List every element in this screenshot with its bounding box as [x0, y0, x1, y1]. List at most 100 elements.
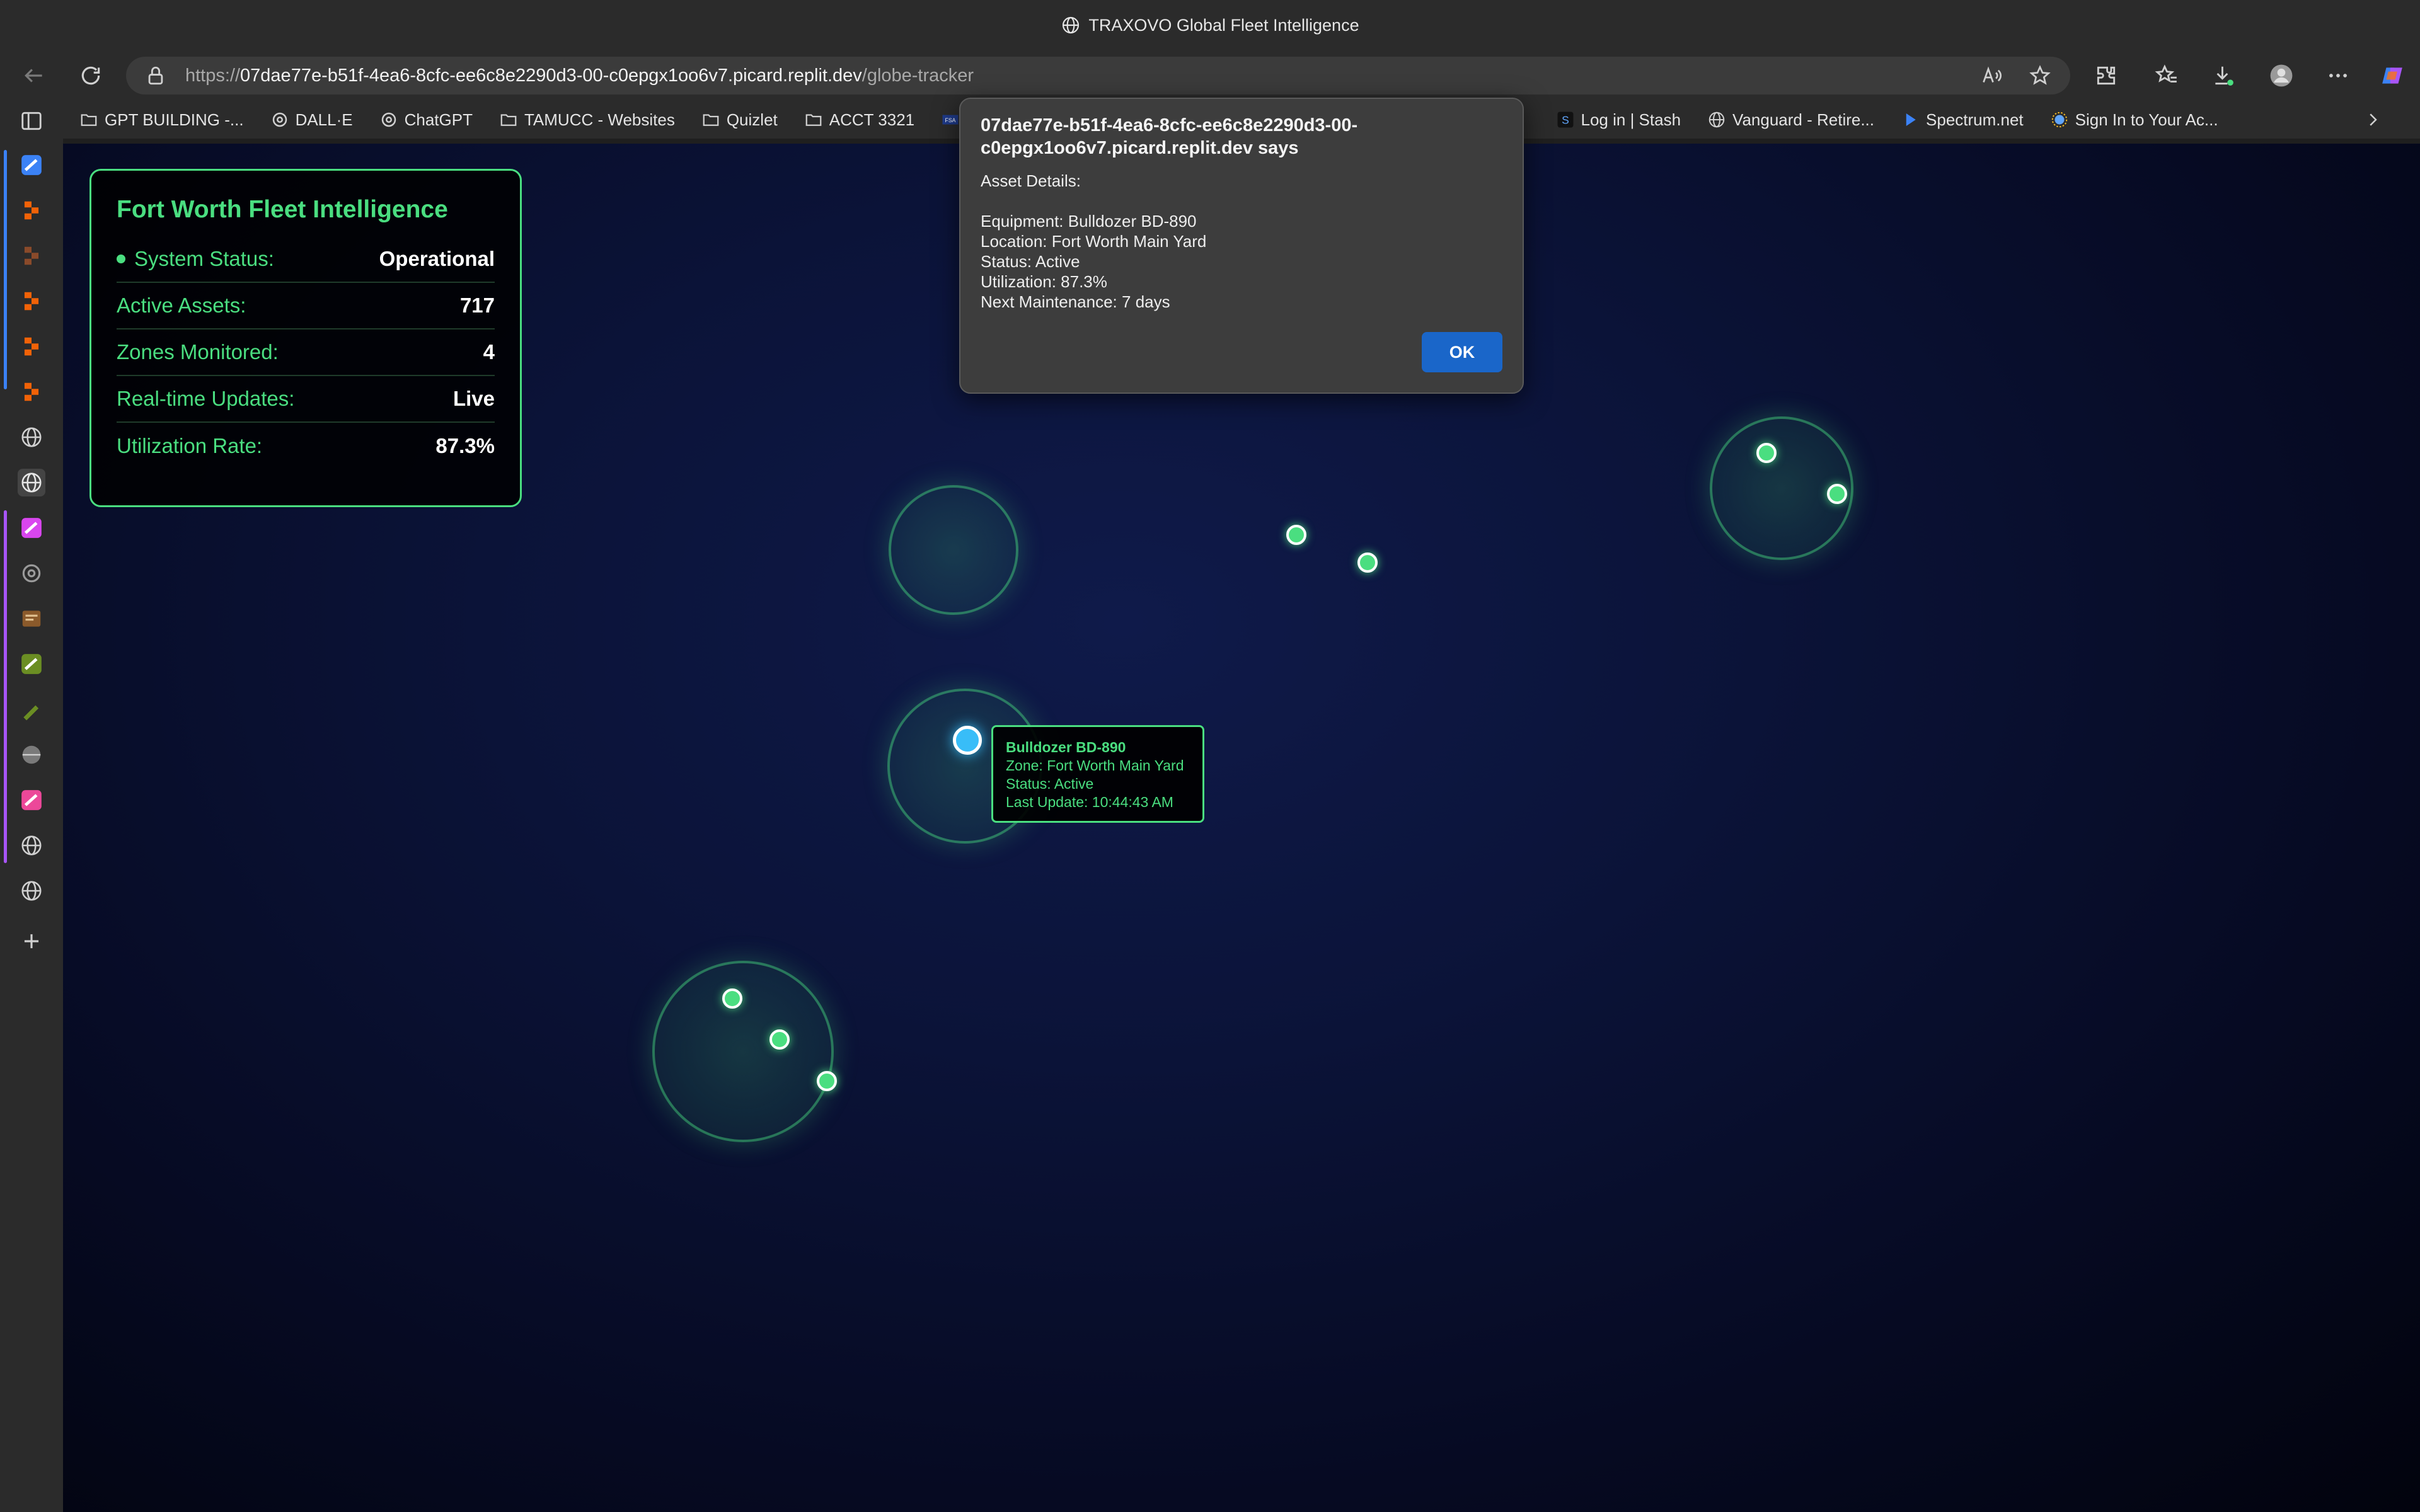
bookmark-label: GPT BUILDING -... — [105, 110, 244, 129]
bookmark-item[interactable]: GPT BUILDING -... — [79, 110, 244, 130]
downloads-button[interactable] — [2208, 60, 2238, 91]
stat-label: System Status: — [117, 247, 274, 271]
asset-marker[interactable] — [1286, 525, 1306, 545]
asset-marker[interactable] — [817, 1071, 837, 1091]
tab-item[interactable] — [18, 378, 45, 406]
app-icon — [21, 518, 42, 538]
reload-button[interactable] — [76, 60, 106, 91]
tab-item[interactable] — [18, 423, 45, 451]
bookmark-label: ChatGPT — [404, 110, 473, 129]
bookmark-item[interactable]: Spectrum.net — [1901, 110, 2024, 130]
tab-group-bar-blue — [4, 150, 7, 389]
tab-item[interactable] — [18, 559, 45, 587]
tab-item[interactable] — [18, 287, 45, 315]
vertical-tab-rail — [0, 101, 63, 1512]
globe-icon — [1708, 112, 1725, 128]
tab-item[interactable] — [18, 741, 45, 769]
tab-item[interactable] — [18, 333, 45, 360]
spectrum-icon — [1906, 113, 1916, 126]
favorite-star-icon[interactable] — [2029, 64, 2051, 87]
bookmark-item[interactable]: Vanguard - Retire... — [1707, 110, 1874, 130]
address-bar-actions — [1981, 64, 2051, 87]
new-tab-button[interactable] — [18, 927, 45, 955]
more-menu-button[interactable] — [2323, 60, 2353, 91]
reload-icon — [81, 66, 100, 85]
panel-title: Fort Worth Fleet Intelligence — [117, 196, 448, 223]
tab-item[interactable] — [18, 786, 45, 814]
bookmark-item[interactable]: ACCT 3321 — [804, 110, 914, 130]
bookmark-item[interactable]: Sign In to Your Ac... — [2050, 110, 2218, 130]
asset-marker-selected[interactable] — [953, 726, 982, 755]
tab-actions-button[interactable] — [18, 107, 45, 135]
back-button[interactable] — [19, 60, 49, 91]
folder-icon — [703, 114, 719, 126]
bookmark-label: DALL·E — [295, 110, 353, 129]
url-path: /globe-tracker — [861, 65, 974, 86]
replit-icon — [24, 246, 39, 265]
profile-button[interactable] — [2266, 60, 2296, 91]
tooltip-last-update: Last Update: 10:44:43 AM — [1006, 794, 1173, 810]
bookmark-label: Log in | Stash — [1581, 110, 1681, 129]
pen-icon — [23, 705, 39, 721]
tooltip-status: Status: Active — [1006, 776, 1094, 792]
bookmark-item[interactable]: S Log in | Stash — [1556, 110, 1681, 130]
globe-icon — [21, 472, 42, 493]
window-title: TRAXOVO Global Fleet Intelligence — [1061, 15, 1359, 35]
tab-item[interactable] — [18, 696, 45, 723]
tab-item[interactable] — [18, 197, 45, 224]
alert-body: Asset Details: Equipment: Bulldozer BD-8… — [981, 171, 1502, 312]
asset-marker[interactable] — [1756, 443, 1777, 463]
tab-item[interactable] — [18, 242, 45, 270]
asset-marker[interactable] — [769, 1029, 790, 1050]
zone-circle[interactable] — [652, 961, 834, 1142]
tab-item[interactable] — [18, 650, 45, 678]
folder-icon — [500, 114, 517, 126]
bookmark-item[interactable]: ChatGPT — [379, 110, 473, 130]
url-host: 07dae77e-b51f-4ea6-8cfc-ee6c8e2290d3-00-… — [240, 65, 862, 86]
stat-row-realtime: Real-time Updates: Live — [117, 376, 495, 423]
favorites-button[interactable] — [2152, 60, 2182, 91]
replit-icon — [24, 337, 39, 356]
url-prefix: https:// — [185, 65, 241, 86]
alert-line: Utilization: 87.3% — [981, 272, 1107, 291]
asset-marker[interactable] — [1827, 484, 1847, 504]
tab-item-active[interactable] — [18, 469, 45, 496]
stat-value: 717 — [459, 294, 495, 317]
bookmark-label: Quizlet — [726, 110, 778, 129]
favorites-list-icon — [2155, 64, 2177, 83]
bookmark-label: Sign In to Your Ac... — [2075, 110, 2218, 129]
alert-origin: 07dae77e-b51f-4ea6-8cfc-ee6c8e2290d3-00-… — [981, 115, 1358, 158]
bookmark-item[interactable]: Quizlet — [701, 110, 778, 130]
stash-icon: S — [1557, 112, 1574, 128]
folder-icon — [805, 114, 822, 126]
asset-marker[interactable] — [1357, 553, 1378, 573]
more-dots-icon — [2329, 74, 2347, 77]
copilot-icon — [2382, 67, 2402, 84]
window-titlebar: TRAXOVO Global Fleet Intelligence — [0, 0, 2420, 50]
tab-item[interactable] — [18, 514, 45, 542]
tab-item[interactable] — [18, 832, 45, 859]
fsa-icon: FSA — [942, 115, 959, 125]
bookmark-item[interactable]: TAMUCC - Websites — [499, 110, 675, 130]
ok-button[interactable]: OK — [1422, 332, 1502, 372]
chevron-right-icon[interactable] — [2363, 110, 2382, 129]
tab-item[interactable] — [18, 877, 45, 905]
tab-item[interactable] — [18, 605, 45, 633]
alert-line: Equipment: Bulldozer BD-890 — [981, 212, 1197, 231]
bookmark-label: Spectrum.net — [1926, 110, 2024, 129]
globe-icon — [21, 835, 42, 856]
replit-icon — [24, 201, 39, 220]
tab-group-bar-purple — [4, 510, 7, 863]
copilot-button[interactable] — [2377, 60, 2407, 91]
alert-line: Location: Fort Worth Main Yard — [981, 232, 1207, 251]
tab-item[interactable] — [18, 151, 45, 179]
asset-marker[interactable] — [722, 988, 742, 1009]
address-bar[interactable]: https://07dae77e-b51f-4ea6-8cfc-ee6c8e22… — [126, 57, 2070, 94]
zone-circle[interactable] — [889, 485, 1018, 615]
stat-label: Active Assets: — [117, 294, 246, 317]
extensions-button[interactable] — [2091, 60, 2121, 91]
status-dot-icon — [117, 255, 125, 263]
read-aloud-icon[interactable] — [1981, 64, 2003, 87]
bookmark-item[interactable]: DALL·E — [270, 110, 353, 130]
stat-row-zones: Zones Monitored: 4 — [117, 329, 495, 376]
